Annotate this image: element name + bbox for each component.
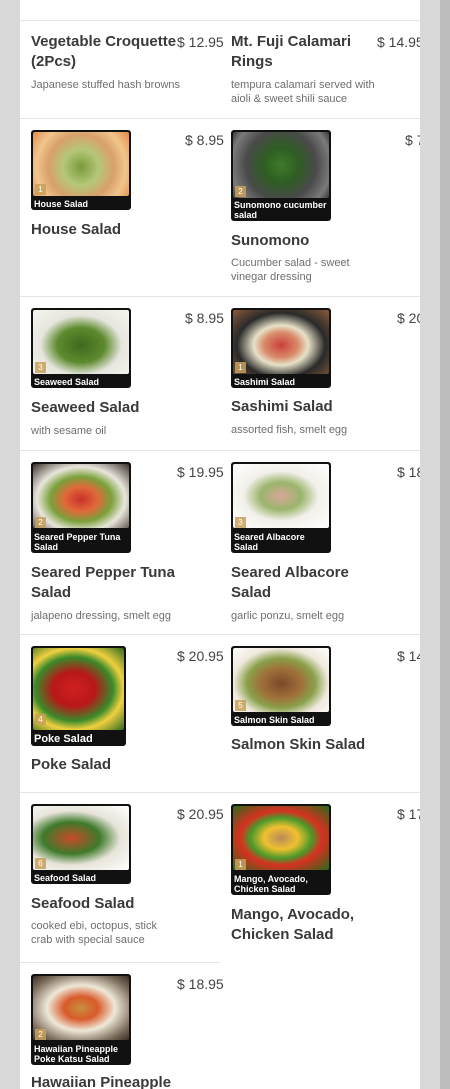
salad-image xyxy=(33,132,129,196)
item-photo: 1 Mango, Avocado, Chicken Salad xyxy=(231,804,331,895)
photo-badge: 2 xyxy=(235,186,246,197)
menu-item[interactable]: Mt. Fuji Calamari Rings $ 14.95 tempura … xyxy=(220,20,420,118)
photo-badge: 1 xyxy=(235,362,246,373)
photo-caption: Poke Salad xyxy=(34,733,93,745)
item-photo: 5 Salmon Skin Salad xyxy=(231,646,331,726)
item-description: garlic ponzu, smelt egg xyxy=(231,610,345,622)
menu-item[interactable]: 6 Seafood Salad $ 20.95 Seafood Salad co… xyxy=(20,792,224,962)
item-name: Mango, Avocado, Chicken Salad xyxy=(231,906,355,943)
menu-item[interactable]: 5 Salmon Skin Salad $ 14.95 Salmon Skin … xyxy=(220,634,420,792)
item-price: $ 18.95 xyxy=(177,976,224,992)
salad-image xyxy=(233,806,329,870)
photo-badge: 3 xyxy=(235,517,246,528)
menu-sheet: Vegetable Croquette (2Pcs) $ 12.95 Japan… xyxy=(20,0,420,1089)
photo-caption: Sunomono cucumber salad xyxy=(234,200,327,220)
salad-image xyxy=(233,464,329,528)
item-description: tempura calamari served with aioli & swe… xyxy=(231,79,375,105)
menu-item[interactable]: 3 Seaweed Salad $ 8.95 Seaweed Salad wit… xyxy=(20,296,224,450)
item-photo: 2 Hawaiian Pineapple Poke Katsu Salad xyxy=(31,974,131,1065)
menu-item[interactable]: 3 Seared Albacore Salad $ 18.95 Seared A… xyxy=(220,450,420,634)
item-name: Sashimi Salad xyxy=(231,398,333,415)
photo-caption: Seafood Salad xyxy=(34,873,97,883)
menu-item[interactable]: 2 Seared Pepper Tuna Salad $ 19.95 Seare… xyxy=(20,450,224,634)
item-name: Vegetable Croquette (2Pcs) xyxy=(31,33,177,70)
item-name: Mt. Fuji Calamari Rings xyxy=(231,33,352,70)
salad-image xyxy=(233,310,329,374)
item-price: $ 14.95 xyxy=(377,34,420,50)
item-name: Poke Salad xyxy=(31,756,112,773)
item-description: with sesame oil xyxy=(31,425,107,437)
photo-badge: 1 xyxy=(35,184,46,195)
item-price: $ 7.95 xyxy=(405,132,420,148)
menu-item[interactable]: 2 Sunomono cucumber salad $ 7.95 Sunomon… xyxy=(220,118,420,296)
item-photo: 2 Seared Pepper Tuna Salad xyxy=(31,462,131,553)
photo-caption: Salmon Skin Salad xyxy=(234,715,315,725)
item-name: Sunomono xyxy=(231,232,310,249)
item-photo: 1 Sashimi Salad xyxy=(231,308,331,388)
photo-badge: 2 xyxy=(35,517,46,528)
item-name: House Salad xyxy=(31,221,122,238)
item-description: jalapeno dressing, smelt egg xyxy=(31,610,172,622)
item-name: Hawaiian Pineapple xyxy=(31,1074,172,1089)
photo-caption: Seaweed Salad xyxy=(34,377,100,387)
item-description: Japanese stuffed hash browns xyxy=(31,79,181,91)
photo-badge: 6 xyxy=(35,858,46,869)
photo-caption: House Salad xyxy=(34,199,89,209)
item-photo: 6 Seafood Salad xyxy=(31,804,131,884)
item-name: Seared Albacore Salad xyxy=(231,564,349,601)
item-description: cooked ebi, octopus, stick crab with spe… xyxy=(31,920,157,946)
photo-caption: Seared Albacore Salad xyxy=(234,532,305,552)
item-price: $ 20.95 xyxy=(397,310,420,326)
item-price: $ 14.95 xyxy=(397,648,420,664)
item-description: assorted fish, smelt egg xyxy=(231,424,348,436)
item-photo: 1 House Salad xyxy=(31,130,131,210)
salad-image xyxy=(33,464,129,528)
item-price: $ 18.95 xyxy=(397,464,420,480)
photo-badge: 5 xyxy=(235,700,246,711)
item-price: $ 19.95 xyxy=(177,464,224,480)
item-name: Seaweed Salad xyxy=(31,399,140,416)
menu-item[interactable]: Vegetable Croquette (2Pcs) $ 12.95 Japan… xyxy=(20,20,224,118)
photo-caption: Sashimi Salad xyxy=(234,377,296,387)
salad-image xyxy=(33,310,129,374)
menu-item[interactable]: 4 Poke Salad $ 20.95 Poke Salad xyxy=(20,634,224,792)
scrollbar-track[interactable] xyxy=(440,0,450,1089)
item-price: $ 17.95 xyxy=(397,806,420,822)
photo-badge: 1 xyxy=(235,859,246,870)
item-price: $ 12.95 xyxy=(177,34,224,50)
photo-badge: 4 xyxy=(35,714,46,725)
item-price: $ 20.95 xyxy=(177,806,224,822)
item-photo: 3 Seaweed Salad xyxy=(31,308,131,388)
menu-item[interactable]: 2 Hawaiian Pineapple Poke Katsu Salad $ … xyxy=(20,962,224,1089)
item-price: $ 8.95 xyxy=(185,132,224,148)
item-price: $ 8.95 xyxy=(185,310,224,326)
photo-caption: Mango, Avocado, Chicken Salad xyxy=(234,874,308,894)
menu-item[interactable]: 1 Mango, Avocado, Chicken Salad $ 17.95 … xyxy=(220,792,420,962)
item-photo: 3 Seared Albacore Salad xyxy=(231,462,331,553)
item-name: Seared Pepper Tuna Salad xyxy=(31,564,175,601)
salad-image xyxy=(33,806,129,870)
salad-image xyxy=(33,976,129,1040)
item-description: Cucumber salad - sweet vinegar dressing xyxy=(231,257,350,283)
photo-caption: Hawaiian Pineapple Poke Katsu Salad xyxy=(34,1044,119,1064)
photo-badge: 3 xyxy=(35,362,46,373)
photo-badge: 2 xyxy=(35,1029,46,1040)
salad-image xyxy=(233,132,329,198)
salad-image xyxy=(33,648,124,730)
salad-image xyxy=(233,648,329,712)
menu-item[interactable]: 1 Sashimi Salad $ 20.95 Sashimi Salad as… xyxy=(220,296,420,450)
menu-item[interactable]: 1 House Salad $ 8.95 House Salad xyxy=(20,118,224,296)
item-name: Seafood Salad xyxy=(31,895,135,912)
item-price: $ 20.95 xyxy=(177,648,224,664)
item-photo: 4 Poke Salad xyxy=(31,646,126,746)
item-name: Salmon Skin Salad xyxy=(231,736,366,753)
item-photo: 2 Sunomono cucumber salad xyxy=(231,130,331,221)
photo-caption: Seared Pepper Tuna Salad xyxy=(34,532,121,552)
